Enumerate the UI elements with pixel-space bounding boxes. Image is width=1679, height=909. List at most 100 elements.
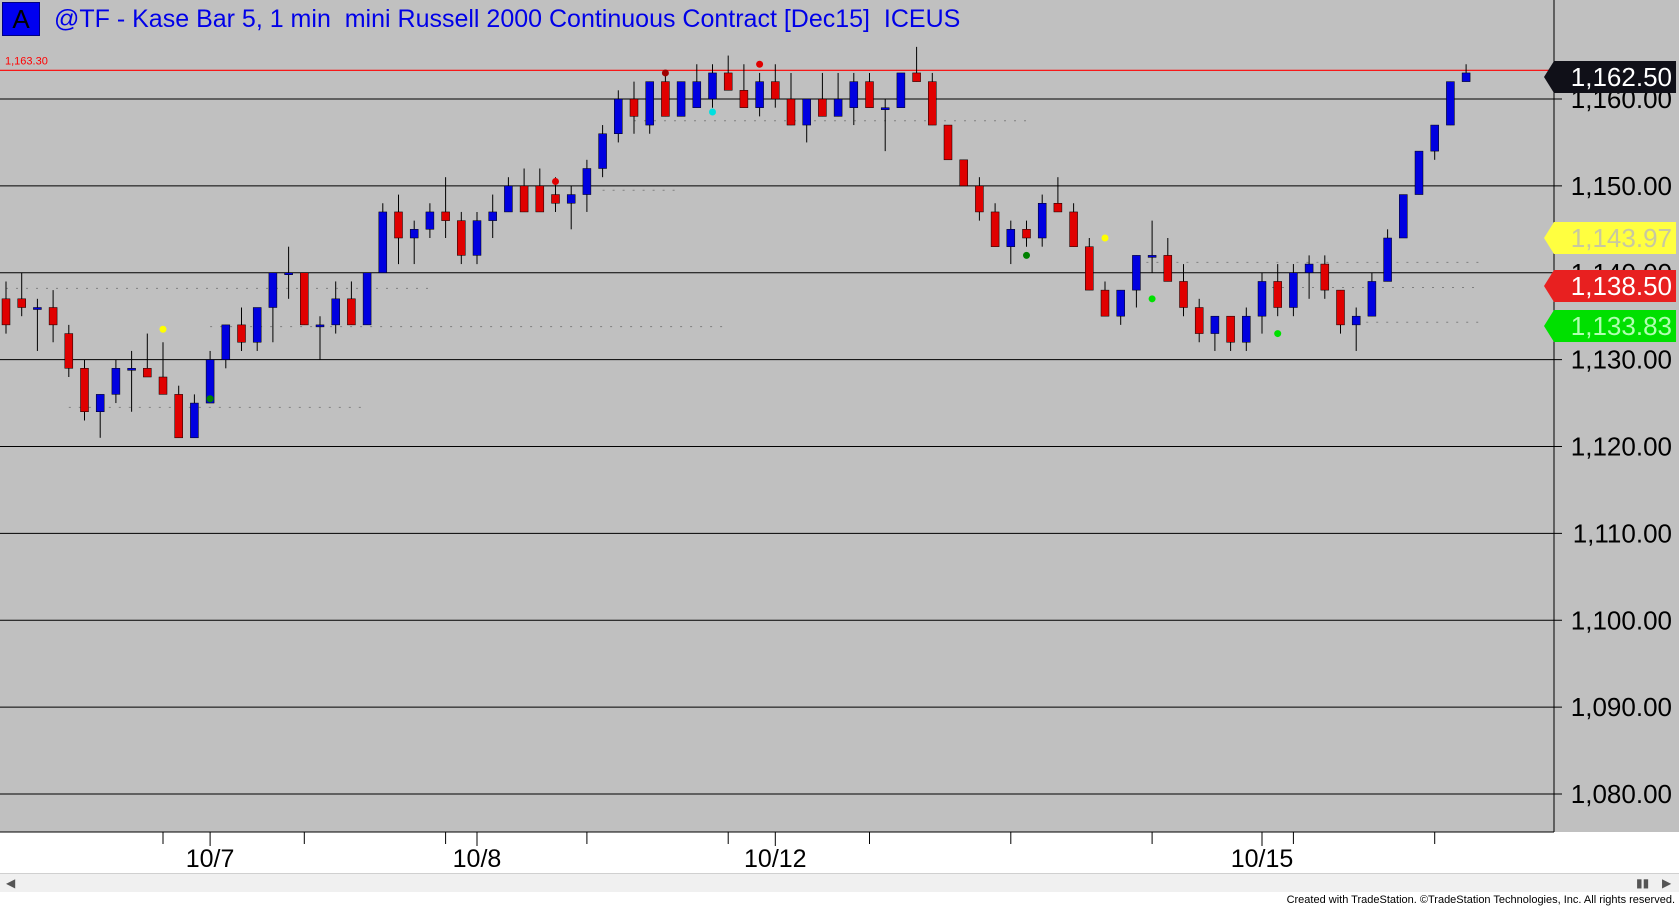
candle-up: [676, 81, 686, 117]
candle-down: [1, 298, 11, 326]
chart-letter-badge[interactable]: A: [2, 2, 40, 36]
candle-down: [959, 159, 968, 187]
x-tick-label: 10/7: [186, 845, 235, 870]
y-tick-label: 1,150.00: [1571, 171, 1672, 201]
candle-down: [865, 81, 874, 108]
candle-down: [17, 298, 26, 308]
candle-up: [566, 194, 576, 204]
signal-dot: [661, 69, 669, 77]
candle-down: [818, 98, 827, 117]
grid-layer: 1,163.30: [0, 55, 1554, 795]
candle-down: [519, 185, 529, 213]
axes: 1,080.00 1,090.00 1,100.00 1,110.00 1,120.00…: [0, 0, 1672, 870]
candle-up: [95, 394, 105, 412]
horizontal-scrollbar[interactable]: ◀ ▮▮ ▶: [0, 873, 1679, 892]
scroll-right-icon[interactable]: ▶: [1662, 876, 1671, 890]
candle-up: [1147, 255, 1157, 258]
candle-up: [127, 368, 136, 371]
candle-down: [723, 72, 733, 91]
candle-down: [1100, 289, 1110, 317]
candle-up: [1351, 315, 1361, 326]
price-badge: 1,138.50: [1544, 269, 1676, 302]
candle-up: [425, 211, 435, 230]
price-badge: 1,162.50: [1544, 61, 1676, 94]
candle-down: [48, 307, 58, 326]
candle-down: [1022, 229, 1031, 239]
candle-down: [1163, 255, 1173, 282]
candle-up: [190, 402, 199, 439]
candle-up: [1446, 81, 1455, 126]
candle-down: [1336, 289, 1345, 326]
candle-up: [849, 81, 859, 108]
candle-up: [315, 324, 325, 328]
candle-down: [975, 185, 984, 213]
x-tick-label: 10/15: [1231, 845, 1294, 870]
candle-up: [802, 98, 811, 126]
candle-up: [880, 107, 890, 110]
signal-dot: [206, 395, 214, 403]
scroll-thumb-icon[interactable]: ▮▮: [1636, 876, 1649, 890]
candle-down: [174, 394, 183, 439]
candle-down: [786, 98, 796, 126]
candle-down: [441, 211, 450, 221]
candle-up: [284, 272, 293, 275]
candle-up: [472, 220, 482, 256]
candle-down: [1179, 281, 1188, 308]
candle-up: [1304, 263, 1314, 273]
x-tick-label: 10/12: [744, 845, 807, 870]
x-tick-label: 10/8: [453, 845, 502, 870]
candle-up: [1289, 272, 1298, 308]
candle-up: [111, 368, 121, 395]
candle-down: [457, 220, 466, 256]
candle-down: [928, 81, 937, 126]
candle-up: [268, 272, 278, 308]
candle-up: [362, 272, 372, 326]
candle-up: [645, 81, 654, 126]
candle-down: [1226, 315, 1235, 343]
candle-down: [1273, 281, 1282, 308]
candle-up: [1367, 281, 1377, 317]
candle-up: [1461, 72, 1471, 82]
candle-up: [1242, 315, 1251, 343]
y-tick-label: 1,100.00: [1571, 605, 1672, 635]
candle-up: [488, 211, 497, 221]
candle-down: [739, 90, 749, 108]
signal-dot: [552, 178, 559, 186]
candle-up: [1257, 281, 1267, 317]
candle-up: [1210, 315, 1220, 334]
candle-down: [143, 368, 152, 378]
scroll-left-icon[interactable]: ◀: [6, 876, 15, 890]
signal-dot: [756, 60, 764, 68]
candle-up: [1383, 237, 1392, 282]
candle-down: [771, 81, 780, 100]
chart-title: A @TF - Kase Bar 5, 1 min mini Russell 2…: [2, 2, 960, 36]
candle-down: [237, 324, 246, 343]
candle-up: [896, 72, 906, 108]
candle-down: [551, 194, 560, 204]
candle-down: [1194, 307, 1204, 334]
y-tick-label: 1,090.00: [1571, 692, 1672, 722]
candle-down: [990, 211, 1000, 247]
candle-up: [331, 298, 340, 326]
y-tick-label: 1,120.00: [1571, 432, 1672, 462]
signal-dots: [159, 60, 1282, 403]
candle-down: [1053, 203, 1063, 213]
candle-up: [833, 98, 843, 117]
candle-down: [661, 81, 670, 117]
signal-dot: [1023, 251, 1030, 259]
price-badge: 1,143.97: [1544, 222, 1676, 255]
y-tick-label: 1,080.00: [1571, 779, 1672, 809]
candle-down: [943, 124, 953, 161]
candle-down: [80, 368, 89, 412]
reference-line-label: 1,163.30: [5, 55, 48, 67]
candle-down: [535, 185, 545, 213]
candle-up: [708, 72, 717, 100]
candle-up: [582, 168, 592, 195]
candle-up: [692, 81, 702, 108]
candle-down: [347, 298, 356, 326]
signal-dot: [709, 108, 716, 116]
candle-down: [1320, 263, 1330, 291]
candle-up: [1399, 194, 1408, 239]
candle-up: [252, 307, 262, 343]
candle-up: [33, 307, 42, 310]
